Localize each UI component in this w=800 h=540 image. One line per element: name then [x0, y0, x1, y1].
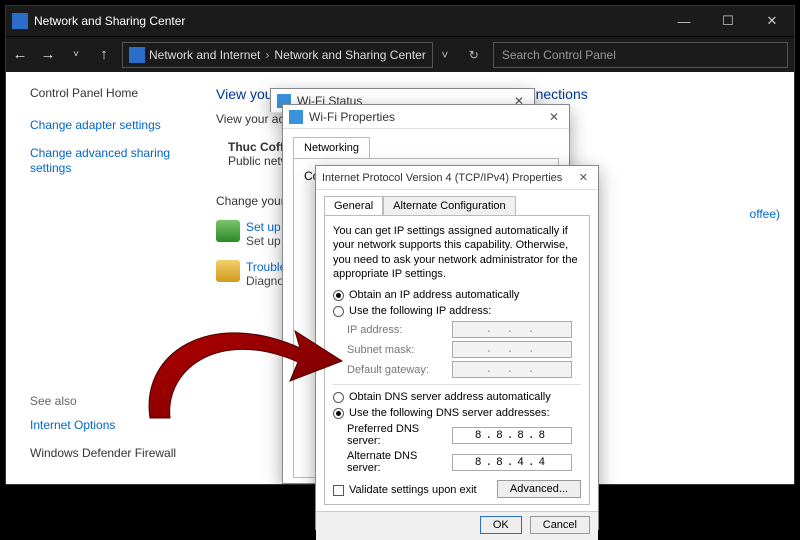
refresh-button[interactable]: ↻ [461, 48, 487, 62]
nav-recent-button[interactable]: ˅ [62, 41, 90, 69]
ipv4-info-text: You can get IP settings assigned automat… [333, 224, 581, 281]
network-center-icon [12, 13, 28, 29]
sidebar-link-sharing[interactable]: Change advanced sharing settings [30, 146, 196, 176]
ip-address-label: IP address: [347, 324, 452, 336]
ip-address-input: . . . [452, 321, 572, 338]
preferred-dns-label: Preferred DNS server: [347, 423, 452, 447]
connection-link[interactable]: offee) [750, 207, 780, 221]
breadcrumb-item[interactable]: Network and Sharing Center [274, 48, 425, 62]
control-panel-home-link[interactable]: Control Panel Home [30, 86, 196, 100]
close-icon[interactable]: ✕ [545, 110, 563, 124]
see-also-internet-options[interactable]: Internet Options [30, 418, 176, 433]
checkbox-icon [333, 485, 344, 496]
nav-back-button[interactable]: ← [6, 41, 34, 69]
radio-icon [333, 408, 344, 419]
ipv4-tabs: General Alternate Configuration [316, 190, 598, 215]
breadcrumb-icon [129, 47, 145, 63]
dialog-actions: OK Cancel [316, 511, 598, 540]
breadcrumb-item[interactable]: Network and Internet [149, 48, 260, 62]
breadcrumb[interactable]: Network and Internet › Network and Shari… [122, 42, 433, 68]
subnet-mask-input: . . . [452, 341, 572, 358]
wifi-icon [289, 110, 303, 124]
radio-obtain-dns-auto[interactable]: Obtain DNS server address automatically [333, 391, 581, 403]
close-button[interactable]: ✕ [750, 6, 794, 36]
radio-icon [333, 290, 344, 301]
navbar: ← → ˅ ↑ Network and Internet › Network a… [6, 36, 794, 72]
breadcrumb-dropdown-button[interactable]: ˅ [433, 48, 457, 62]
minimize-button[interactable]: — [662, 6, 706, 36]
search-input[interactable]: Search Control Panel [493, 42, 788, 68]
radio-obtain-ip-auto[interactable]: Obtain an IP address automatically [333, 289, 581, 301]
default-gateway-label: Default gateway: [347, 364, 452, 376]
see-also-section: See also Internet Options Windows Defend… [30, 394, 176, 474]
tab-alternate-config[interactable]: Alternate Configuration [383, 196, 516, 216]
subnet-mask-label: Subnet mask: [347, 344, 452, 356]
sidebar-link-adapter[interactable]: Change adapter settings [30, 118, 196, 133]
see-also-header: See also [30, 394, 176, 408]
dialog-title: Wi-Fi Properties [309, 110, 395, 124]
ipv4-properties-dialog[interactable]: Internet Protocol Version 4 (TCP/IPv4) P… [315, 165, 599, 530]
nav-up-button[interactable]: ↑ [90, 41, 118, 69]
search-placeholder: Search Control Panel [502, 48, 616, 62]
sidebar: Control Panel Home Change adapter settin… [6, 72, 196, 484]
validate-checkbox[interactable]: Validate settings upon exit [333, 484, 477, 496]
tab-general[interactable]: General [324, 196, 383, 215]
radio-use-ip[interactable]: Use the following IP address: [333, 305, 581, 317]
titlebar: Network and Sharing Center — ☐ ✕ [6, 6, 794, 36]
preferred-dns-input[interactable]: 8.8.8.8 [452, 427, 572, 444]
ipv4-body: You can get IP settings assigned automat… [324, 215, 590, 505]
tab-networking[interactable]: Networking [293, 137, 370, 158]
radio-icon [333, 306, 344, 317]
maximize-button[interactable]: ☐ [706, 6, 750, 36]
radio-icon [333, 392, 344, 403]
window-title: Network and Sharing Center [34, 14, 662, 28]
setup-icon [216, 220, 240, 242]
close-icon[interactable]: ✕ [575, 171, 592, 184]
cancel-button[interactable]: Cancel [530, 516, 590, 534]
breadcrumb-separator-icon: › [265, 48, 269, 62]
troubleshoot-icon [216, 260, 240, 282]
default-gateway-input: . . . [452, 361, 572, 378]
see-also-firewall[interactable]: Windows Defender Firewall [30, 446, 176, 461]
radio-use-dns[interactable]: Use the following DNS server addresses: [333, 407, 581, 419]
ok-button[interactable]: OK [480, 516, 522, 534]
advanced-button[interactable]: Advanced... [497, 480, 581, 498]
nav-forward-button[interactable]: → [34, 41, 62, 69]
dialog-title: Internet Protocol Version 4 (TCP/IPv4) P… [322, 172, 562, 184]
alternate-dns-label: Alternate DNS server: [347, 450, 452, 474]
alternate-dns-input[interactable]: 8.8.4.4 [452, 454, 572, 471]
